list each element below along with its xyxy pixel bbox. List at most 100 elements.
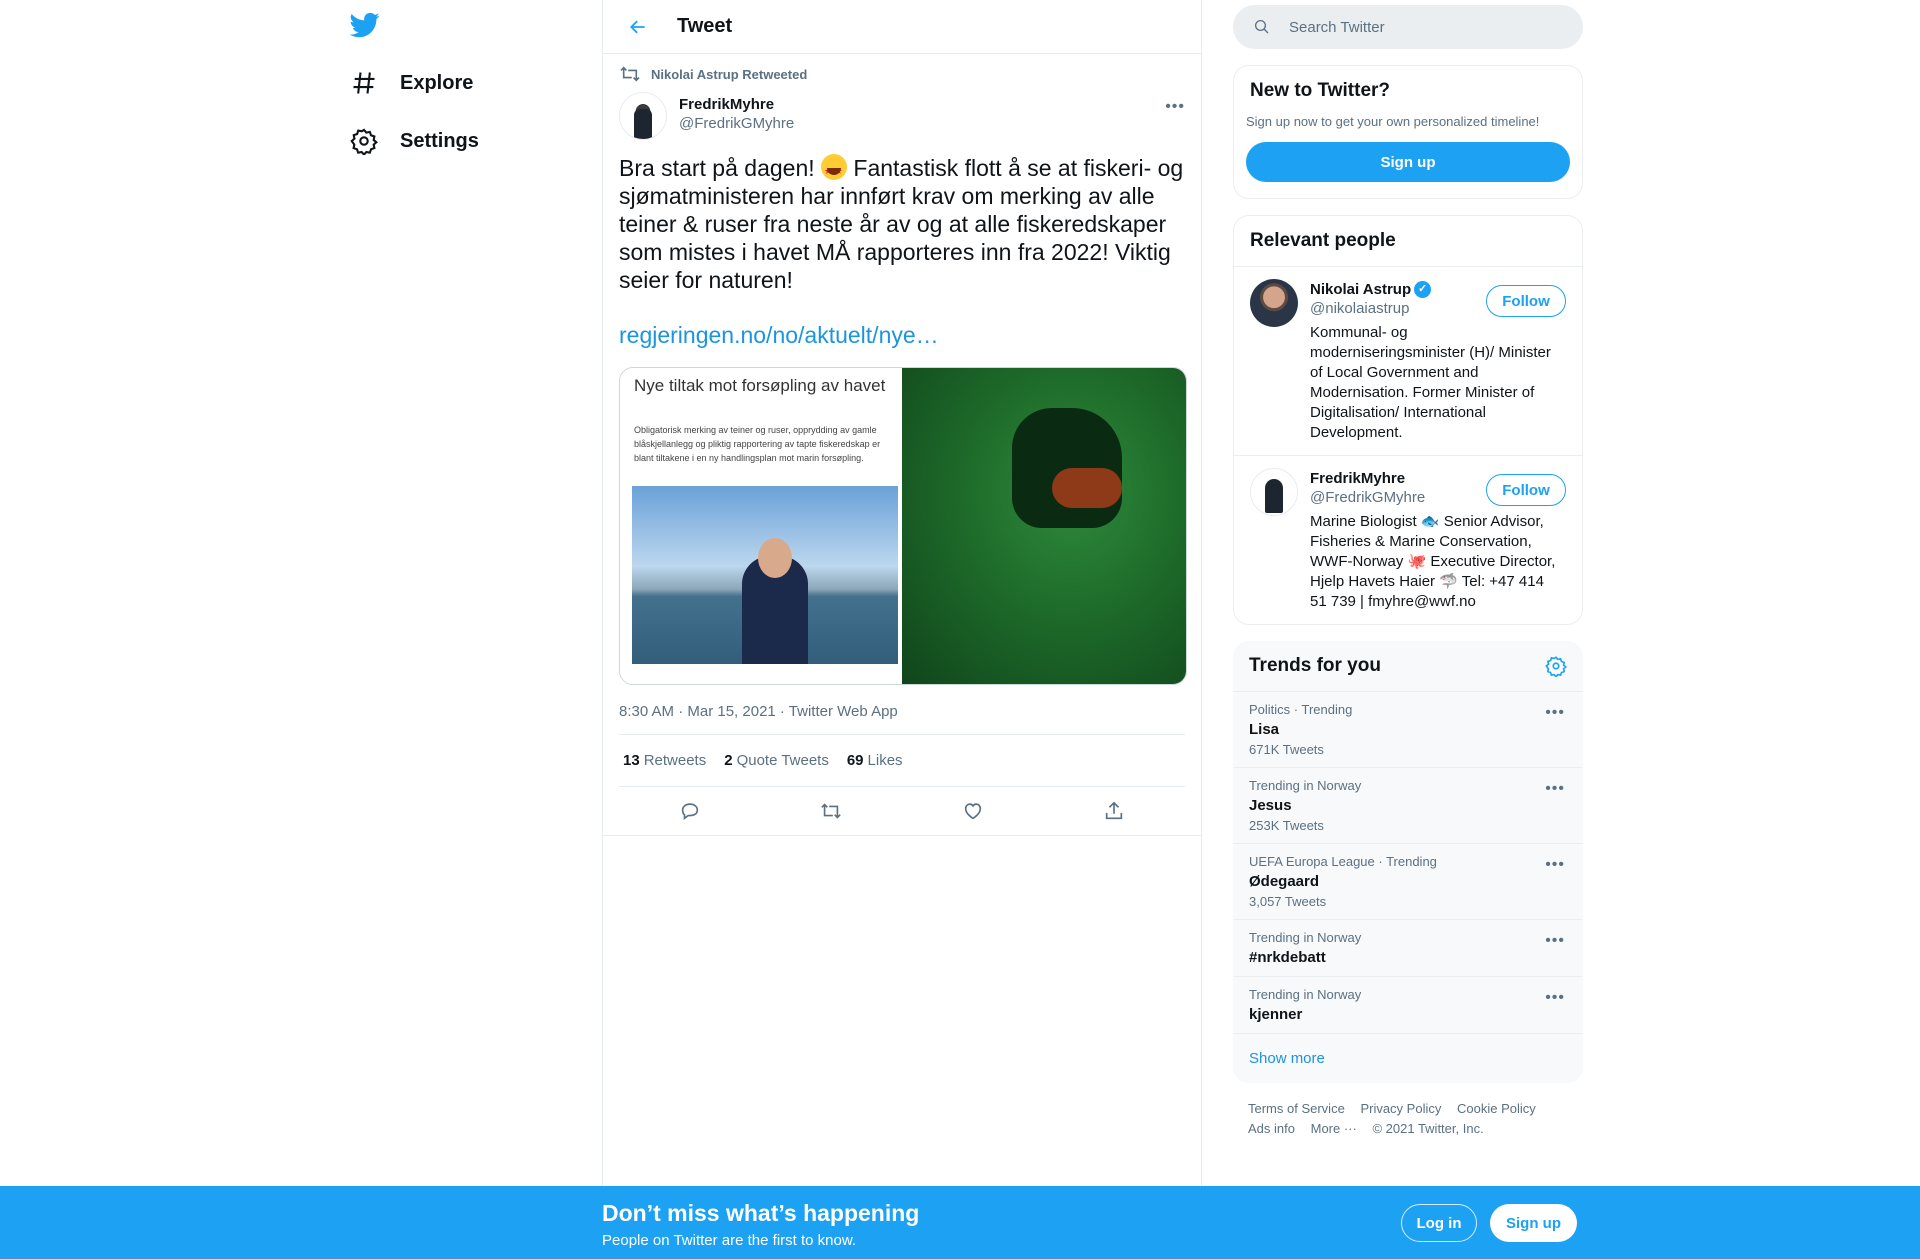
likes-stat[interactable]: 69 Likes bbox=[847, 752, 903, 769]
trends-card: Trends for you Politics · Trending Lisa … bbox=[1233, 641, 1583, 1083]
footer-copyright: © 2021 Twitter, Inc. bbox=[1372, 1121, 1484, 1136]
search-icon bbox=[1254, 19, 1269, 34]
relevant-people-heading: Relevant people bbox=[1250, 230, 1396, 251]
nav-explore[interactable]: Explore bbox=[350, 58, 473, 108]
settings-gear-icon[interactable] bbox=[1545, 655, 1567, 677]
trend-context: Trending in Norway bbox=[1249, 778, 1362, 793]
relevant-people-card: Relevant people Nikolai Astrup ✓ @nikolai… bbox=[1233, 215, 1583, 625]
tweet-media[interactable]: Nye tiltak mot forsøpling av havet Oblig… bbox=[619, 367, 1187, 685]
show-more-link[interactable]: Show more bbox=[1233, 1034, 1583, 1083]
log-in-button[interactable]: Log in bbox=[1401, 1204, 1477, 1242]
trend-item[interactable]: Trending in Norway #nrkdebatt ••• bbox=[1233, 920, 1583, 977]
trend-count: 3,057 Tweets bbox=[1249, 894, 1327, 909]
right-column: New to Twitter? Sign up now to get your … bbox=[1233, 0, 1583, 1139]
trend-item[interactable]: Politics · Trending Lisa 671K Tweets ••• bbox=[1233, 692, 1583, 768]
retweet-icon bbox=[620, 66, 640, 82]
media-image-diver[interactable] bbox=[902, 368, 1186, 684]
more-options-icon[interactable]: ••• bbox=[1545, 989, 1565, 1007]
new-to-twitter-subtitle: Sign up now to get your own personalized… bbox=[1246, 114, 1540, 129]
retweet-action-icon[interactable] bbox=[820, 800, 842, 822]
tweet-timestamp[interactable]: 8:30 AM · Mar 15, 2021 · Twitter Web App bbox=[619, 703, 1185, 735]
quotes-count: 2 bbox=[724, 752, 733, 769]
tweet: Nikolai Astrup Retweeted FredrikMyhre @F… bbox=[603, 64, 1201, 836]
footer-link-cookie[interactable]: Cookie Policy bbox=[1457, 1101, 1536, 1116]
person-name-text: Nikolai Astrup bbox=[1310, 281, 1412, 298]
follow-button[interactable]: Follow bbox=[1486, 285, 1566, 317]
banner-title: Don’t miss what’s happening bbox=[602, 1200, 920, 1226]
nav-settings-label: Settings bbox=[400, 129, 479, 152]
trend-context: Trending in Norway bbox=[1249, 987, 1362, 1002]
media-article-subtitle: Obligatorisk merking av teiner og ruser,… bbox=[634, 425, 881, 463]
banner-subtitle: People on Twitter are the first to know. bbox=[602, 1232, 857, 1249]
twitter-logo-icon[interactable] bbox=[349, 10, 384, 44]
retweet-context: Nikolai Astrup Retweeted bbox=[619, 64, 1185, 84]
back-arrow-icon[interactable] bbox=[623, 12, 653, 42]
nav-settings[interactable]: Settings bbox=[350, 116, 479, 166]
trend-name: kjenner bbox=[1249, 1006, 1303, 1023]
tweet-link[interactable]: regjeringen.no/no/aktuelt/nye… bbox=[619, 322, 1185, 349]
person-bio: Kommunal- og moderniseringsminister (H)/… bbox=[1310, 324, 1551, 441]
footer-link-more[interactable]: More ··· bbox=[1311, 1121, 1357, 1136]
trend-item[interactable]: Trending in Norway kjenner ••• bbox=[1233, 977, 1583, 1034]
trend-name: Ødegaard bbox=[1249, 873, 1320, 890]
likes-label: Likes bbox=[867, 752, 903, 769]
media-image-article[interactable]: Nye tiltak mot forsøpling av havet Oblig… bbox=[620, 368, 902, 684]
relevant-people-title: Relevant people bbox=[1234, 216, 1582, 267]
more-options-icon[interactable]: ••• bbox=[1545, 856, 1565, 874]
nav-explore-label: Explore bbox=[400, 71, 474, 94]
retweets-count: 13 bbox=[623, 752, 640, 769]
sign-up-button[interactable]: Sign up bbox=[1246, 142, 1570, 182]
trend-name: Lisa bbox=[1249, 721, 1280, 738]
banner-sign-up-button[interactable]: Sign up bbox=[1490, 1204, 1577, 1242]
retweeted-by[interactable]: Nikolai Astrup Retweeted bbox=[651, 67, 807, 82]
media-article-title: Nye tiltak mot forsøpling av havet bbox=[634, 376, 886, 395]
author-handle[interactable]: @FredrikGMyhre bbox=[679, 115, 794, 132]
person-row[interactable]: FredrikMyhre @FredrikGMyhre Marine Biolo… bbox=[1234, 456, 1582, 624]
search-input[interactable] bbox=[1289, 18, 1549, 36]
avatar[interactable] bbox=[1250, 279, 1298, 327]
follow-button[interactable]: Follow bbox=[1486, 474, 1566, 506]
hashtag-icon bbox=[353, 72, 375, 94]
footer-links: Terms of Service Privacy Policy Cookie P… bbox=[1233, 1083, 1583, 1139]
signup-banner: Don’t miss what’s happening People on Tw… bbox=[0, 1186, 1920, 1259]
footer-link-ads[interactable]: Ads info bbox=[1248, 1121, 1295, 1136]
footer-link-privacy[interactable]: Privacy Policy bbox=[1360, 1101, 1441, 1116]
tweet-header: Tweet bbox=[603, 0, 1201, 54]
more-options-icon[interactable]: ••• bbox=[1545, 704, 1565, 722]
person-row[interactable]: Nikolai Astrup ✓ @nikolaiastrup Kommunal-… bbox=[1234, 267, 1582, 456]
more-options-icon[interactable]: ••• bbox=[1545, 780, 1565, 798]
search-bar[interactable] bbox=[1233, 5, 1583, 49]
avatar[interactable] bbox=[619, 92, 667, 140]
gear-icon bbox=[350, 128, 378, 155]
author-name[interactable]: FredrikMyhre bbox=[679, 96, 794, 113]
person-bio: Marine Biologist 🐟 Senior Advisor, Fishe… bbox=[1310, 513, 1556, 610]
retweets-stat[interactable]: 13 Retweets bbox=[623, 752, 706, 769]
trend-item[interactable]: Trending in Norway Jesus 253K Tweets ••• bbox=[1233, 768, 1583, 844]
avatar[interactable] bbox=[1250, 468, 1298, 516]
trends-header: Trends for you bbox=[1233, 641, 1583, 692]
like-heart-icon[interactable] bbox=[962, 800, 984, 822]
more-options-icon[interactable]: ••• bbox=[1165, 98, 1185, 116]
tweet-actions bbox=[619, 787, 1185, 835]
footer-link-terms[interactable]: Terms of Service bbox=[1248, 1101, 1345, 1116]
new-to-twitter-title: New to Twitter? bbox=[1250, 80, 1391, 101]
tweet-text-start: Bra start på dagen! bbox=[619, 155, 822, 181]
minister-photo bbox=[632, 486, 898, 664]
person-name-text: FredrikMyhre bbox=[1310, 470, 1406, 487]
tweet-stats: 13 Retweets 2 Quote Tweets 69 Likes bbox=[619, 735, 1185, 787]
trend-count: 253K Tweets bbox=[1249, 818, 1324, 833]
trend-name: #nrkdebatt bbox=[1249, 949, 1326, 966]
quotes-label: Quote Tweets bbox=[736, 752, 829, 769]
trend-context: Politics · Trending bbox=[1249, 702, 1353, 717]
tweet-text: Bra start på dagen! Fantastisk flott å s… bbox=[619, 154, 1185, 294]
tweet-author: FredrikMyhre @FredrikGMyhre ••• bbox=[619, 92, 1185, 140]
retweets-label: Retweets bbox=[643, 752, 707, 769]
trend-context: Trending in Norway bbox=[1249, 930, 1362, 945]
quotes-stat[interactable]: 2 Quote Tweets bbox=[724, 752, 829, 769]
trends-title: Trends for you bbox=[1249, 655, 1381, 676]
trend-item[interactable]: UEFA Europa League · Trending Ødegaard 3… bbox=[1233, 844, 1583, 920]
reply-icon[interactable] bbox=[679, 800, 701, 822]
more-options-icon[interactable]: ••• bbox=[1545, 932, 1565, 950]
star-struck-emoji-icon bbox=[821, 154, 848, 185]
share-icon[interactable] bbox=[1103, 800, 1125, 822]
